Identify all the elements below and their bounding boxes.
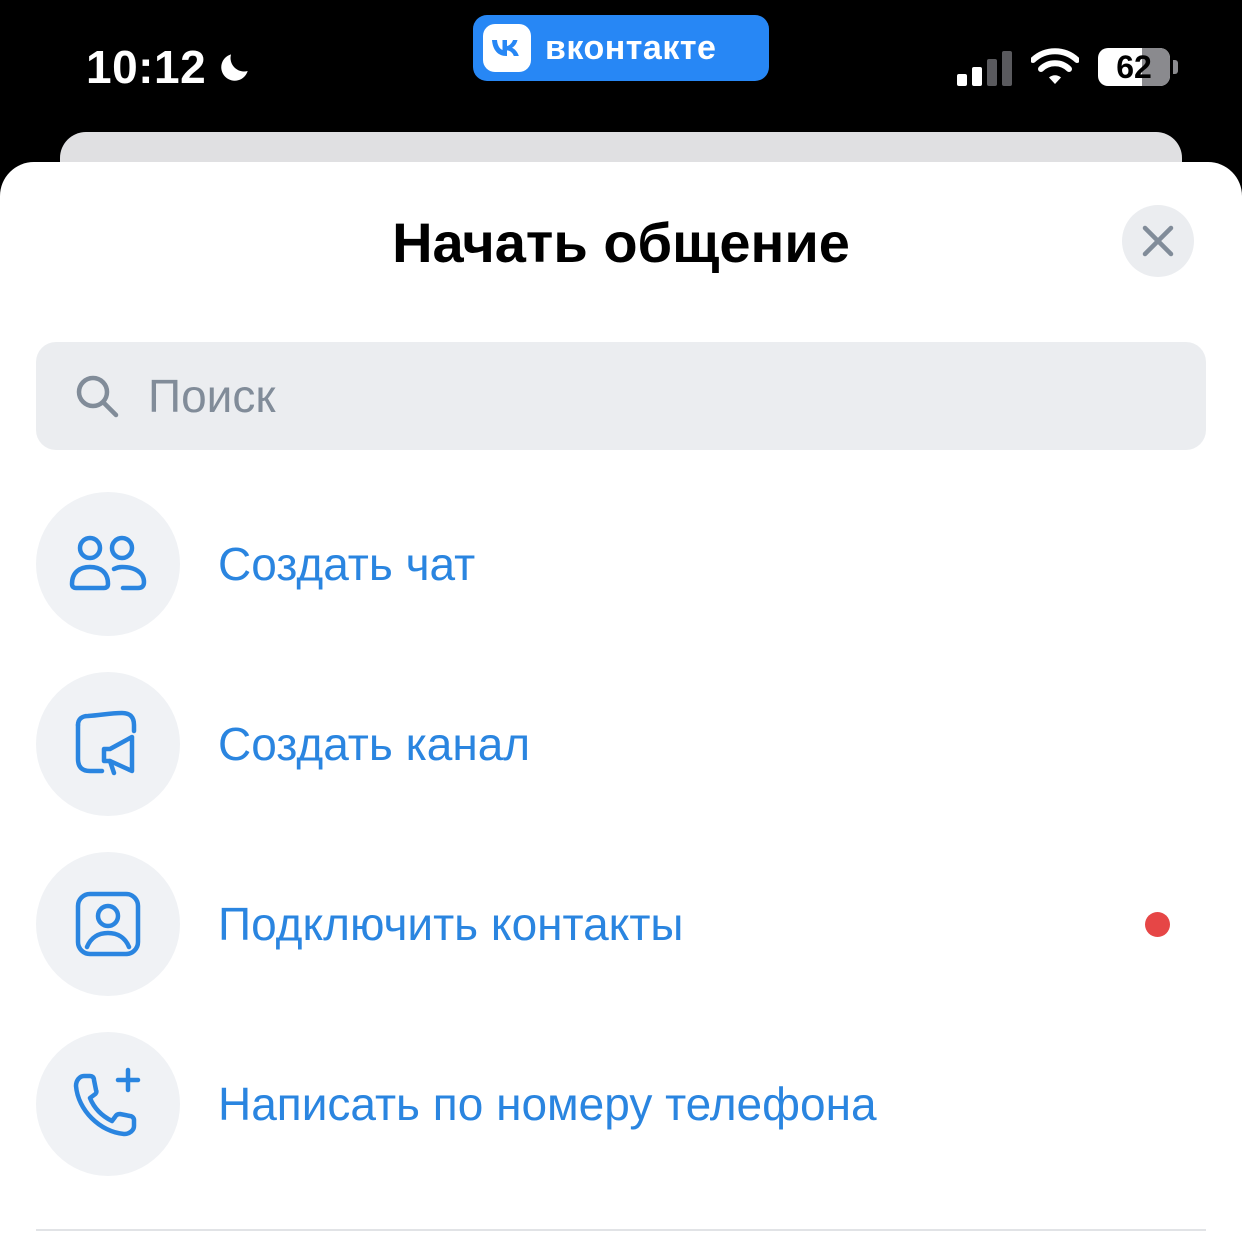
battery-cap	[1173, 60, 1178, 74]
connect-contacts-icon-circle	[36, 852, 180, 996]
write-by-phone-label: Написать по номеру телефона	[218, 1078, 877, 1130]
clock-text: 10:12	[86, 41, 207, 93]
users-icon	[69, 535, 147, 591]
sheet-title: Начать общение	[392, 211, 850, 274]
vk-brand-label: вконтакте	[545, 28, 717, 67]
divider	[36, 1229, 1206, 1231]
create-channel-item[interactable]: Создать канал	[0, 672, 1242, 816]
create-chat-label: Создать чат	[218, 538, 476, 590]
connect-contacts-label: Подключить контакты	[218, 898, 684, 950]
wifi-icon	[1031, 48, 1079, 84]
start-conversation-sheet: Начать общение Создать чат	[0, 162, 1242, 1247]
battery-indicator: 62	[1098, 48, 1170, 86]
vk-logo-icon	[483, 24, 531, 72]
search-input[interactable]	[146, 368, 1050, 424]
create-channel-label: Создать канал	[218, 718, 531, 770]
create-chat-item[interactable]: Создать чат	[0, 492, 1242, 636]
notification-dot	[1145, 912, 1170, 937]
status-time: 10:12	[86, 40, 254, 94]
phone-add-icon	[73, 1067, 141, 1137]
create-chat-icon-circle	[36, 492, 180, 636]
contact-card-icon	[75, 891, 141, 957]
write-by-phone-icon-circle	[36, 1032, 180, 1176]
battery-level: 62	[1116, 48, 1152, 85]
close-icon	[1142, 225, 1174, 257]
search-bar[interactable]	[36, 342, 1206, 450]
connect-contacts-item[interactable]: Подключить контакты	[0, 852, 1242, 996]
search-icon	[76, 375, 119, 418]
moon-icon	[221, 54, 248, 81]
close-button[interactable]	[1122, 205, 1194, 277]
status-bar: 10:12 вконтакте 62	[0, 0, 1242, 132]
vk-app-badge[interactable]: вконтакте	[473, 15, 769, 81]
cellular-signal-icon	[957, 51, 1012, 86]
channel-megaphone-icon	[75, 710, 137, 776]
write-by-phone-item[interactable]: Написать по номеру телефона	[0, 1032, 1242, 1176]
create-channel-icon-circle	[36, 672, 180, 816]
